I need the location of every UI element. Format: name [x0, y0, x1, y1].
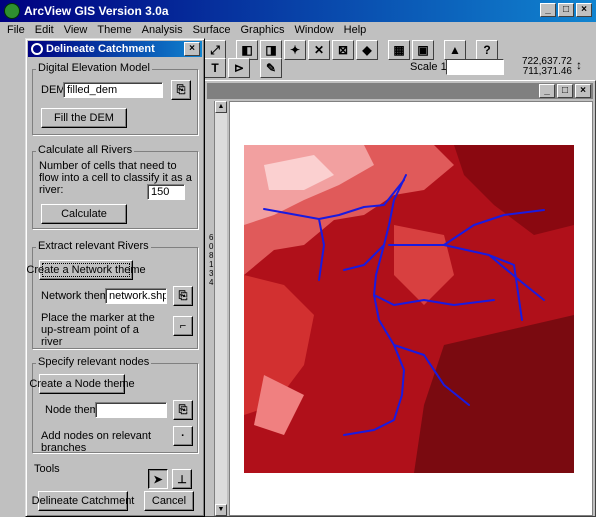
delineate-catchment-dialog: Delineate Catchment × Digital Elevation …	[25, 38, 205, 517]
marker-instruction: Place the marker at the up-stream point …	[41, 312, 155, 348]
menu-edit[interactable]: Edit	[30, 22, 59, 38]
cancel-button[interactable]: Cancel	[144, 491, 194, 511]
tools-group: Tools ➤ ⊥	[32, 463, 198, 493]
menu-analysis[interactable]: Analysis	[137, 22, 188, 38]
fill-dem-button[interactable]: Fill the DEM	[41, 108, 127, 128]
minimize-button[interactable]: _	[540, 3, 556, 17]
dialog-title-bar: Delineate Catchment ×	[28, 41, 202, 57]
arcview-app: ArcView GIS Version 3.0a _ □ × File Edit…	[0, 0, 596, 517]
scale-input[interactable]	[446, 59, 504, 75]
node-browse-icon[interactable]: ⎘	[173, 400, 193, 420]
draw-tool-icon[interactable]: ⊳	[228, 58, 250, 78]
tool-bar: T ⊳ ✎	[204, 56, 282, 80]
menu-theme[interactable]: Theme	[92, 22, 136, 38]
pointer-tool-icon[interactable]: ➤	[148, 469, 168, 489]
coordinate-arrows-icon: ↕	[576, 58, 582, 72]
view-maximize-button[interactable]: □	[557, 84, 573, 98]
dem-input[interactable]: filled_dem	[63, 82, 163, 98]
node-theme-input[interactable]	[95, 402, 167, 418]
menu-bar: File Edit View Theme Analysis Surface Gr…	[0, 22, 596, 38]
coordinate-y: 711,371.46	[522, 66, 572, 77]
app-window-controls: _ □ ×	[540, 3, 592, 17]
zoom-out-icon[interactable]: ✕	[308, 40, 330, 60]
elevation-map	[244, 145, 574, 473]
menu-window[interactable]: Window	[290, 22, 339, 38]
close-button[interactable]: ×	[576, 3, 592, 17]
delineate-catchment-button[interactable]: Delineate Catchment	[32, 491, 134, 511]
scroll-down-icon[interactable]: ▼	[215, 504, 227, 516]
dem-group-label: Digital Elevation Model	[36, 62, 152, 74]
nodes-group: Specify relevant nodes Create a Node the…	[29, 356, 198, 454]
view-minimize-button[interactable]: _	[539, 84, 555, 98]
scroll-up-icon[interactable]: ▲	[215, 101, 227, 113]
network-theme-label: Network theme	[41, 290, 115, 302]
cells-threshold-input[interactable]: 150	[147, 184, 185, 200]
layout-icon[interactable]: ▲	[444, 40, 466, 60]
menu-file[interactable]: File	[2, 22, 30, 38]
coordinate-readout: 722,637.72 711,371.46	[518, 57, 572, 77]
pan-icon[interactable]: ◆	[356, 40, 378, 60]
extract-rivers-group: Extract relevant Rivers Create a Network…	[26, 240, 198, 349]
view-window-controls: _ □ ×	[539, 84, 591, 98]
vertical-scrollbar[interactable]: ▲ ▼	[214, 101, 227, 516]
menu-help[interactable]: Help	[339, 22, 372, 38]
search-icon	[31, 43, 43, 55]
zoom-in-icon[interactable]: ✦	[284, 40, 306, 60]
network-theme-input[interactable]: network.shp	[105, 288, 167, 304]
help-icon[interactable]: ?	[476, 40, 498, 60]
tools-group-label: Tools	[32, 463, 62, 475]
menu-graphics[interactable]: Graphics	[236, 22, 290, 38]
nodes-group-label: Specify relevant nodes	[36, 356, 152, 368]
dem-browse-icon[interactable]: ⎘	[171, 80, 191, 100]
extract-group-label: Extract relevant Rivers	[36, 240, 151, 252]
arcview-globe-icon	[4, 3, 20, 19]
calculate-button[interactable]: Calculate	[41, 204, 127, 224]
network-browse-icon[interactable]: ⎘	[173, 286, 193, 306]
rivers-group-label: Calculate all Rivers	[36, 144, 135, 156]
create-network-theme-button[interactable]: Create a Network theme	[26, 260, 146, 280]
view-title-bar: _ □ ×	[207, 83, 593, 99]
map-canvas[interactable]	[229, 101, 593, 516]
text-tool-icon[interactable]: T	[204, 58, 226, 78]
dialog-title: Delineate Catchment	[46, 43, 155, 55]
select-features-icon[interactable]: ▦	[388, 40, 410, 60]
dialog-close-button[interactable]: ×	[184, 42, 200, 56]
view-window: _ □ × 60813 4 ▲ ▼	[204, 80, 596, 517]
add-node-icon[interactable]: ·	[173, 426, 193, 446]
view-close-button[interactable]: ×	[575, 84, 591, 98]
zoom-previous-icon[interactable]: ⊠	[332, 40, 354, 60]
scale-label: Scale 1:	[410, 61, 450, 73]
app-title: ArcView GIS Version 3.0a	[24, 4, 169, 18]
rivers-group: Calculate all Rivers Number of cells tha…	[32, 144, 198, 229]
maximize-button[interactable]: □	[558, 3, 574, 17]
menu-surface[interactable]: Surface	[188, 22, 236, 38]
dem-group: Digital Elevation Model DEM filled_dem ⎘…	[32, 62, 198, 135]
menu-view[interactable]: View	[59, 22, 93, 38]
app-title-bar: ArcView GIS Version 3.0a _ □ ×	[0, 0, 596, 22]
create-node-theme-button[interactable]: Create a Node theme	[29, 374, 135, 394]
node-tool-icon[interactable]: ⊥	[172, 469, 192, 489]
place-marker-icon[interactable]: ⌐	[173, 316, 193, 336]
table-icon[interactable]: ▣	[412, 40, 434, 60]
dem-label: DEM	[41, 84, 66, 96]
hotlink-tool-icon[interactable]: ✎	[260, 58, 282, 78]
